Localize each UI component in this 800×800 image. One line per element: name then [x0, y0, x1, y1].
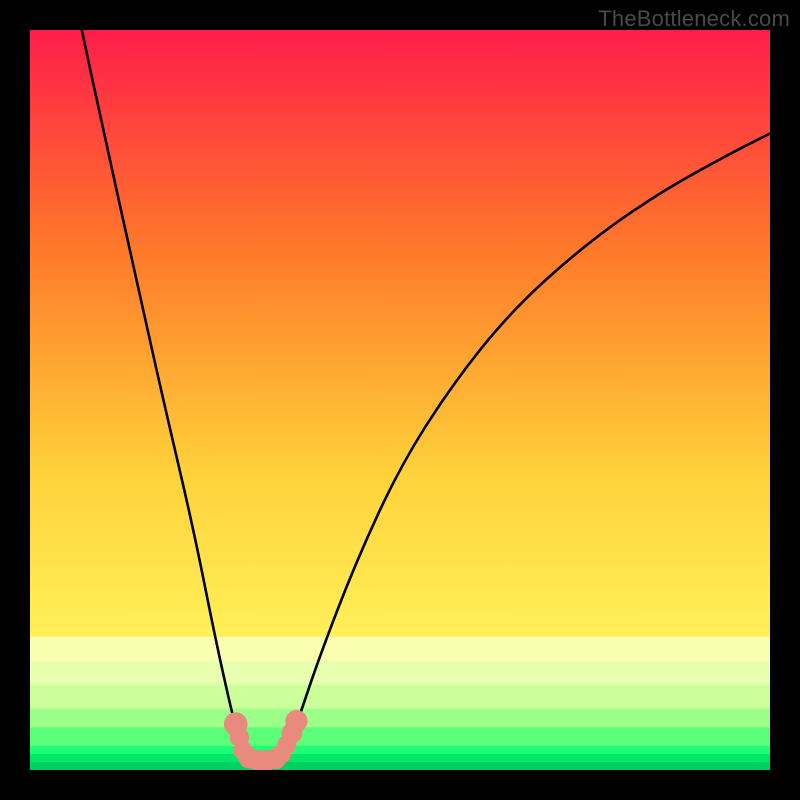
curve-marker — [285, 710, 307, 732]
source-watermark: TheBottleneck.com — [598, 6, 790, 32]
image-frame: TheBottleneck.com — [0, 0, 800, 800]
floor-bands — [30, 637, 770, 770]
bottleneck-chart — [30, 30, 770, 770]
